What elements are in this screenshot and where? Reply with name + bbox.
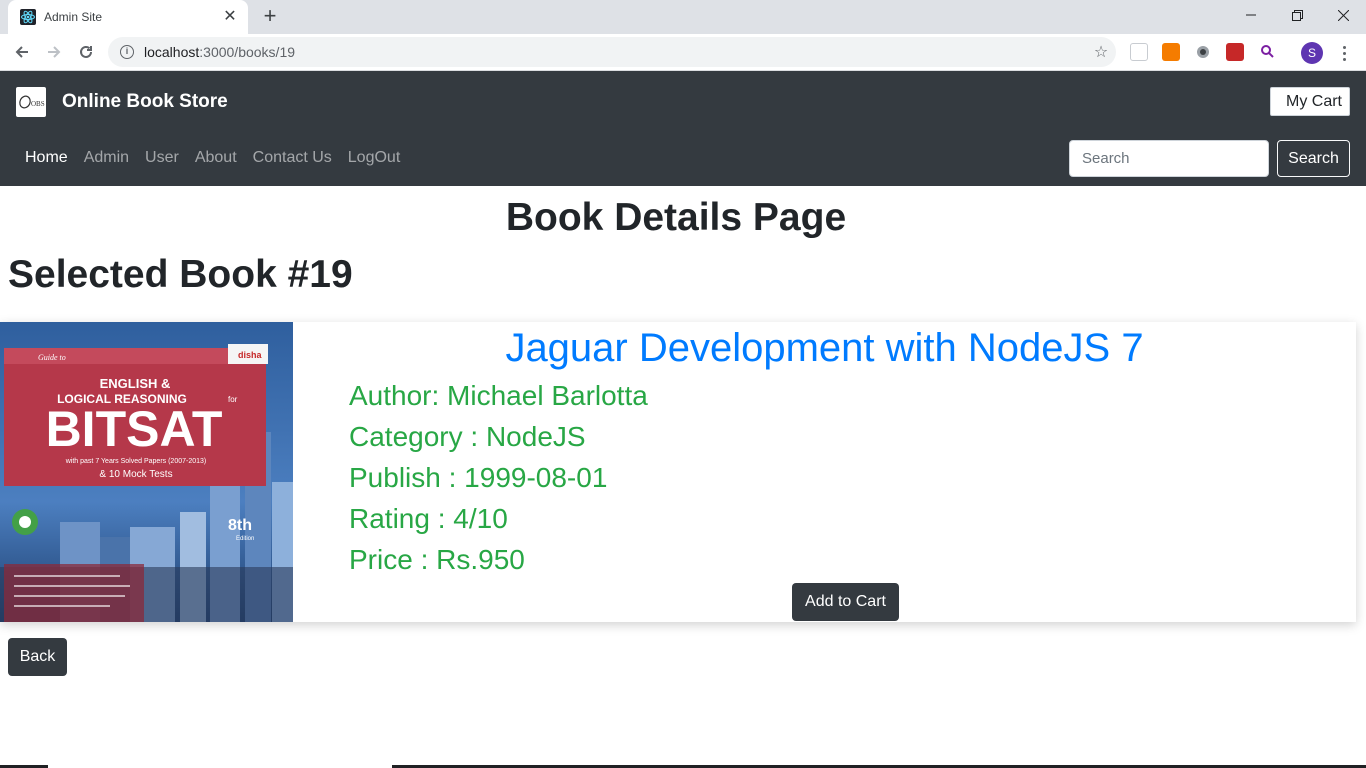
book-price: Price : Rs.950 — [349, 544, 525, 575]
main-nav: Home Admin User About Contact Us LogOut — [25, 149, 400, 167]
book-publish-date: Publish : 1999-08-01 — [349, 462, 608, 493]
book-title: Jaguar Development with NodeJS 7 — [505, 326, 1144, 370]
forward-arrow-icon[interactable] — [42, 40, 66, 64]
nav-link-user[interactable]: User — [145, 149, 179, 167]
add-to-cart-button[interactable]: Add to Cart — [792, 583, 899, 621]
nav-link-contact[interactable]: Contact Us — [253, 149, 332, 167]
browser-menu-icon[interactable] — [1336, 42, 1352, 64]
extension-search-icon[interactable] — [1258, 43, 1276, 61]
brand-name[interactable]: Online Book Store — [62, 91, 228, 113]
book-card: Guide to ENGLISH & LOGICAL REASONING for… — [0, 322, 1356, 622]
extension-circle-icon[interactable] — [1194, 43, 1212, 61]
extension-orange-icon[interactable] — [1162, 43, 1180, 61]
close-tab-icon[interactable]: ✕ — [222, 9, 238, 25]
browser-toolbar: i localhost:3000/books/19 ☆ S — [0, 34, 1366, 71]
cover-edition: 8th — [228, 517, 252, 534]
url-host: localhost — [144, 44, 200, 60]
app-navbar: OBS Online Book Store My Cart Home Admin… — [0, 71, 1366, 186]
cover-text-bitsat: BITSAT — [46, 401, 223, 457]
extension-pocket-icon[interactable] — [1130, 43, 1148, 61]
close-window-icon[interactable] — [1320, 0, 1366, 30]
back-arrow-icon[interactable] — [10, 40, 34, 64]
address-bar[interactable]: i localhost:3000/books/19 ☆ — [108, 37, 1116, 67]
search-button[interactable]: Search — [1277, 140, 1350, 177]
cover-text-for: for — [228, 395, 238, 404]
reload-icon[interactable] — [74, 40, 98, 64]
search-input[interactable] — [1069, 140, 1269, 177]
book-cover-image: Guide to ENGLISH & LOGICAL REASONING for… — [0, 322, 293, 622]
nav-link-about[interactable]: About — [195, 149, 237, 167]
profile-avatar[interactable]: S — [1301, 42, 1323, 64]
info-icon[interactable]: i — [120, 45, 134, 59]
restore-icon[interactable] — [1274, 0, 1320, 30]
selected-book-heading: Selected Book #19 — [8, 253, 353, 296]
url-path: :3000/books/19 — [199, 44, 296, 60]
cover-text-sub1: with past 7 Years Solved Papers (2007-20… — [65, 458, 206, 465]
extension-red-icon[interactable] — [1226, 43, 1244, 61]
react-icon — [20, 9, 36, 25]
minimize-icon[interactable] — [1228, 0, 1274, 30]
book-rating: Rating : 4/10 — [349, 503, 508, 534]
book-author: Author: Michael Barlotta — [349, 380, 648, 411]
browser-tab[interactable]: Admin Site ✕ — [8, 0, 248, 34]
brand-logo-text: OBS — [31, 100, 45, 108]
browser-tabstrip: Admin Site ✕ + — [0, 0, 1366, 34]
cover-text-line1: ENGLISH & — [100, 376, 171, 391]
cover-publisher: disha — [238, 350, 263, 360]
nav-link-logout[interactable]: LogOut — [348, 149, 400, 167]
page-title: Book Details Page — [505, 196, 847, 239]
new-tab-icon[interactable]: + — [258, 5, 282, 28]
nav-link-admin[interactable]: Admin — [84, 149, 129, 167]
back-button[interactable]: Back — [8, 638, 67, 676]
my-cart-button[interactable]: My Cart — [1270, 87, 1350, 116]
cover-text-sub2: & 10 Mock Tests — [99, 469, 172, 480]
cover-edition-word: Edition — [236, 536, 254, 542]
cover-text-guide: Guide to — [38, 353, 66, 362]
url-text: localhost:3000/books/19 — [144, 44, 1086, 60]
nav-link-home[interactable]: Home — [25, 149, 68, 167]
tab-title: Admin Site — [44, 10, 103, 24]
brand-logo[interactable]: OBS — [16, 87, 46, 117]
book-category: Category : NodeJS — [349, 421, 586, 452]
bookmark-star-icon[interactable]: ☆ — [1086, 42, 1116, 62]
